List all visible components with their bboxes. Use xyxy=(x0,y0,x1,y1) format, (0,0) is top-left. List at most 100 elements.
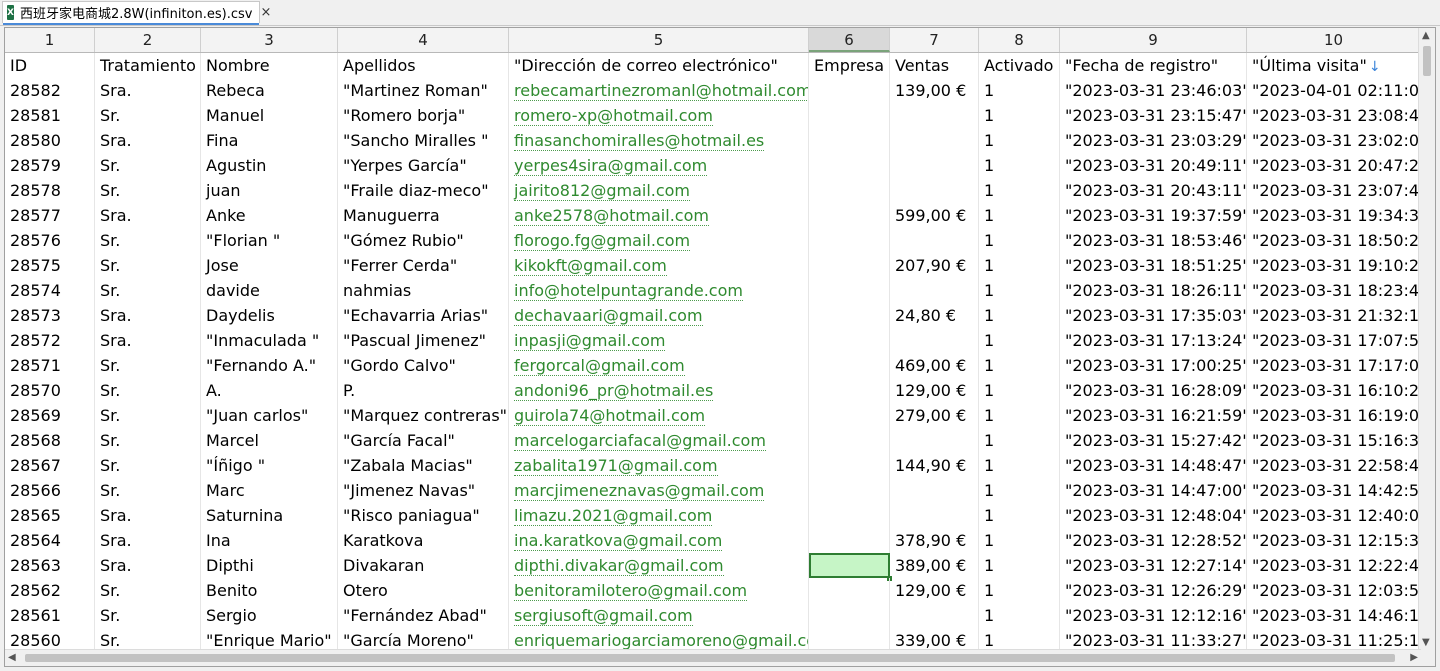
vertical-scroll-thumb[interactable] xyxy=(1423,46,1431,76)
table-cell[interactable] xyxy=(809,603,890,628)
scroll-right-icon[interactable]: ▶ xyxy=(1410,652,1418,663)
table-cell[interactable]: 1 xyxy=(979,203,1060,228)
table-cell[interactable]: "2023-04-01 02:11:01" xyxy=(1247,78,1421,103)
table-cell[interactable]: 28566 xyxy=(5,478,95,503)
email-cell[interactable]: romero-xp@hotmail.com xyxy=(509,103,809,128)
table-cell[interactable]: Sr. xyxy=(95,228,201,253)
email-cell[interactable]: info@hotelpuntagrande.com xyxy=(509,278,809,303)
email-cell[interactable]: benitoramilotero@gmail.com xyxy=(509,578,809,603)
table-cell[interactable]: 28577 xyxy=(5,203,95,228)
table-cell[interactable]: Sr. xyxy=(95,378,201,403)
table-cell[interactable]: 1 xyxy=(979,453,1060,478)
column-number-10[interactable]: 10 xyxy=(1247,28,1421,52)
table-cell[interactable]: 28574 xyxy=(5,278,95,303)
table-cell[interactable] xyxy=(809,353,890,378)
table-cell[interactable]: davide xyxy=(201,278,338,303)
table-cell[interactable]: "2023-03-31 12:48:04" xyxy=(1060,503,1247,528)
table-cell[interactable]: Sr. xyxy=(95,153,201,178)
table-cell[interactable] xyxy=(809,453,890,478)
table-cell[interactable]: "Fernando A." xyxy=(201,353,338,378)
table-cell[interactable]: 28580 xyxy=(5,128,95,153)
table-cell[interactable]: "2023-03-31 19:34:36" xyxy=(1247,203,1421,228)
table-cell[interactable]: "2023-03-31 23:03:29" xyxy=(1060,128,1247,153)
table-cell[interactable] xyxy=(809,228,890,253)
table-cell[interactable] xyxy=(809,403,890,428)
table-cell[interactable]: "2023-03-31 12:03:59" xyxy=(1247,578,1421,603)
column-number-6[interactable]: 6 xyxy=(809,28,890,52)
table-cell[interactable]: Agustin xyxy=(201,153,338,178)
table-cell[interactable]: "2023-03-31 17:00:25" xyxy=(1060,353,1247,378)
table-cell[interactable]: 1 xyxy=(979,403,1060,428)
table-cell[interactable]: Otero xyxy=(338,578,509,603)
table-cell[interactable]: 28582 xyxy=(5,78,95,103)
table-cell[interactable]: Sr. xyxy=(95,428,201,453)
email-cell[interactable]: yerpes4sira@gmail.com xyxy=(509,153,809,178)
table-cell[interactable] xyxy=(809,303,890,328)
table-cell[interactable]: Dipthi xyxy=(201,553,338,578)
table-cell[interactable]: 1 xyxy=(979,153,1060,178)
email-cell[interactable]: ina.karatkova@gmail.com xyxy=(509,528,809,553)
table-cell[interactable] xyxy=(809,253,890,278)
table-cell[interactable]: "Martinez Roman" xyxy=(338,78,509,103)
column-number-2[interactable]: 2 xyxy=(95,28,201,52)
table-cell[interactable]: Sra. xyxy=(95,553,201,578)
table-cell[interactable]: 28575 xyxy=(5,253,95,278)
header-cell[interactable]: Ventas xyxy=(890,53,979,78)
table-cell[interactable]: Sra. xyxy=(95,328,201,353)
table-cell[interactable]: 1 xyxy=(979,328,1060,353)
column-number-4[interactable]: 4 xyxy=(338,28,509,52)
table-cell[interactable]: Marc xyxy=(201,478,338,503)
table-cell[interactable]: "2023-03-31 12:15:32" xyxy=(1247,528,1421,553)
table-cell[interactable]: "2023-03-31 12:28:52" xyxy=(1060,528,1247,553)
table-cell[interactable]: "Ferrer Cerda" xyxy=(338,253,509,278)
header-cell[interactable]: Apellidos xyxy=(338,53,509,78)
table-cell[interactable] xyxy=(809,428,890,453)
table-cell[interactable]: Sr. xyxy=(95,453,201,478)
table-cell[interactable]: "Florian " xyxy=(201,228,338,253)
header-cell[interactable]: ID xyxy=(5,53,95,78)
table-cell[interactable]: "Zabala Macias" xyxy=(338,453,509,478)
table-cell[interactable]: 1 xyxy=(979,603,1060,628)
table-cell[interactable]: "2023-03-31 12:12:16" xyxy=(1060,603,1247,628)
table-cell[interactable]: "2023-03-31 18:50:25" xyxy=(1247,228,1421,253)
table-cell[interactable]: "2023-03-31 23:07:46" xyxy=(1247,178,1421,203)
table-cell[interactable]: Sr. xyxy=(95,278,201,303)
table-cell[interactable]: 28569 xyxy=(5,403,95,428)
email-cell[interactable]: guirola74@hotmail.com xyxy=(509,403,809,428)
table-cell[interactable]: "2023-03-31 17:13:24" xyxy=(1060,328,1247,353)
email-cell[interactable]: sergiusoft@gmail.com xyxy=(509,603,809,628)
table-cell[interactable]: "2023-03-31 14:42:52" xyxy=(1247,478,1421,503)
table-cell[interactable] xyxy=(809,178,890,203)
table-cell[interactable]: 1 xyxy=(979,378,1060,403)
table-cell[interactable]: 28570 xyxy=(5,378,95,403)
email-cell[interactable]: zabalita1971@gmail.com xyxy=(509,453,809,478)
table-cell[interactable]: Ina xyxy=(201,528,338,553)
table-cell[interactable] xyxy=(809,378,890,403)
email-cell[interactable]: fergorcal@gmail.com xyxy=(509,353,809,378)
table-cell[interactable] xyxy=(890,328,979,353)
table-cell[interactable]: 1 xyxy=(979,78,1060,103)
table-cell[interactable]: "Juan carlos" xyxy=(201,403,338,428)
table-cell[interactable] xyxy=(809,203,890,228)
table-cell[interactable]: Daydelis xyxy=(201,303,338,328)
email-cell[interactable]: andoni96_pr@hotmail.es xyxy=(509,378,809,403)
table-cell[interactable] xyxy=(809,153,890,178)
active-cell[interactable] xyxy=(809,553,892,581)
table-cell[interactable]: 28573 xyxy=(5,303,95,328)
table-cell[interactable]: "2023-03-31 14:48:47" xyxy=(1060,453,1247,478)
table-cell[interactable]: Sergio xyxy=(201,603,338,628)
table-cell[interactable]: "2023-03-31 20:47:26" xyxy=(1247,153,1421,178)
table-cell[interactable]: Sr. xyxy=(95,103,201,128)
table-cell[interactable]: Sra. xyxy=(95,303,201,328)
column-number-8[interactable]: 8 xyxy=(979,28,1060,52)
table-cell[interactable]: "2023-03-31 17:17:01" xyxy=(1247,353,1421,378)
column-number-5[interactable]: 5 xyxy=(509,28,809,52)
table-cell[interactable]: "García Facal" xyxy=(338,428,509,453)
table-cell[interactable]: "2023-03-31 16:19:07" xyxy=(1247,403,1421,428)
table-cell[interactable] xyxy=(890,103,979,128)
column-number-9[interactable]: 9 xyxy=(1060,28,1247,52)
table-cell[interactable]: 28576 xyxy=(5,228,95,253)
table-cell[interactable]: "2023-03-31 21:32:12" xyxy=(1247,303,1421,328)
table-cell[interactable]: Karatkova xyxy=(338,528,509,553)
table-cell[interactable]: "Pascual Jimenez" xyxy=(338,328,509,353)
